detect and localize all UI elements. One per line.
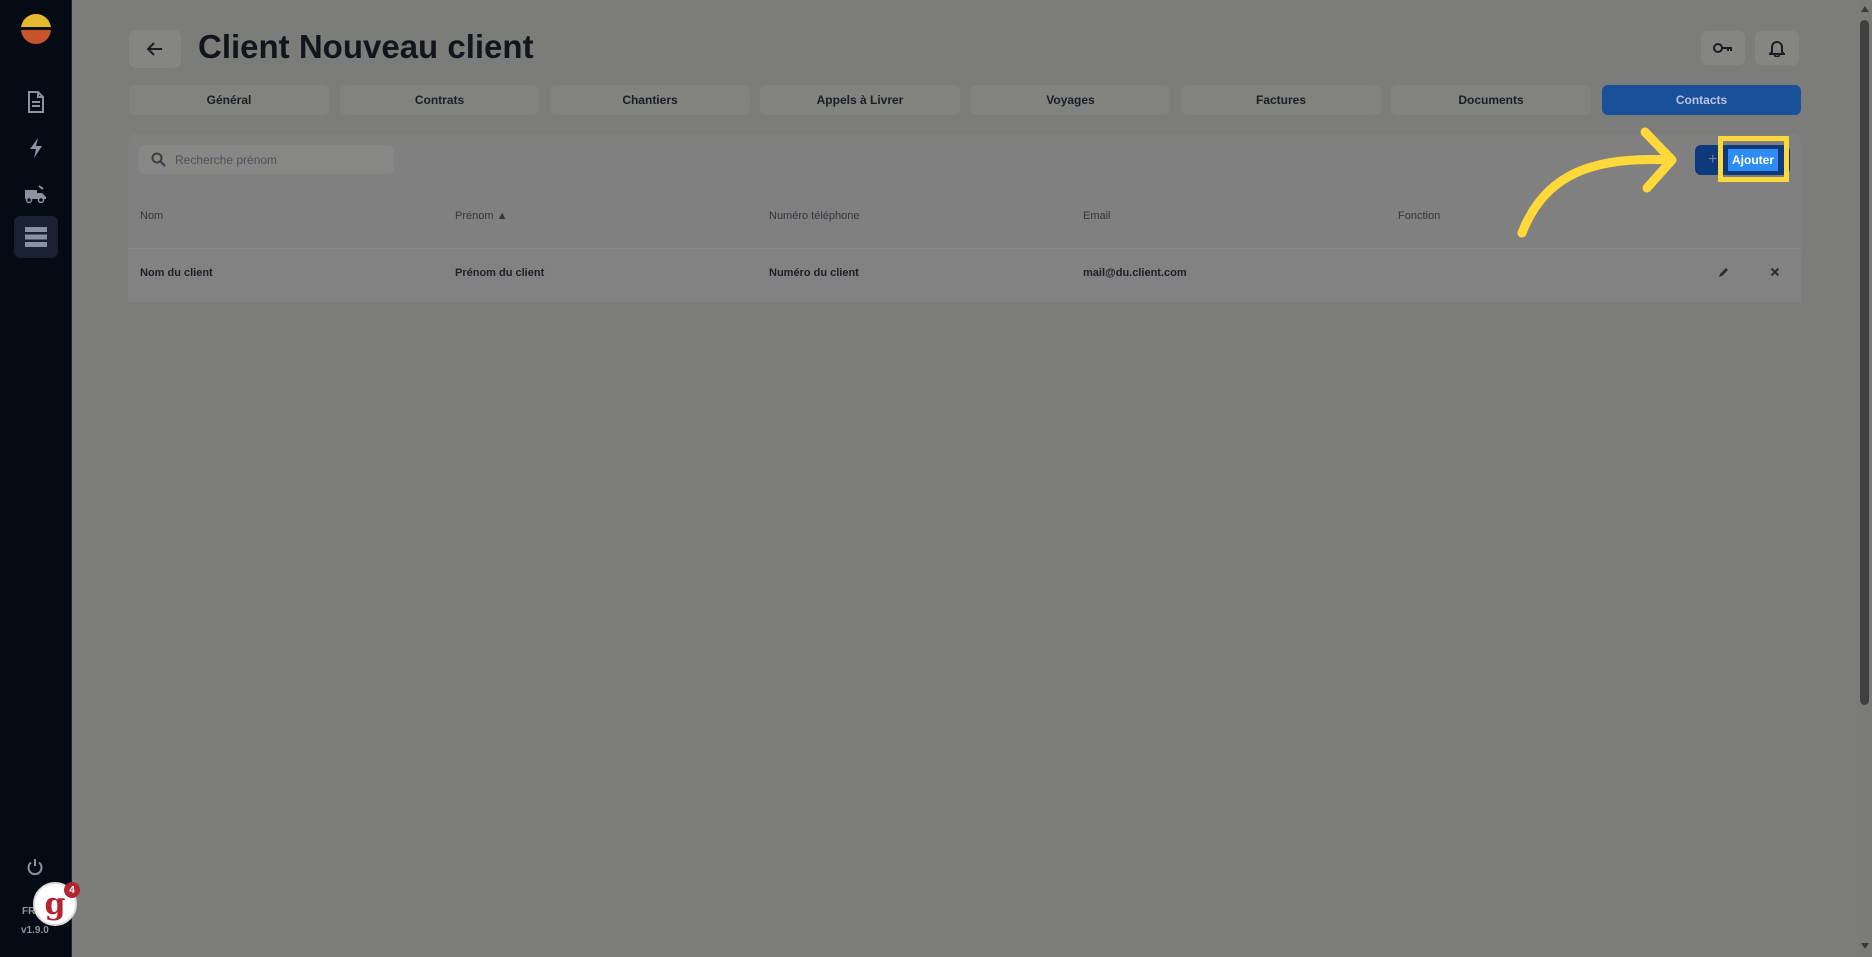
power-icon bbox=[27, 859, 43, 876]
cell-prenom: Prénom du client bbox=[455, 267, 545, 279]
table-row[interactable] bbox=[128, 248, 1801, 302]
search-input[interactable] bbox=[175, 150, 385, 170]
power-button[interactable] bbox=[26, 858, 44, 881]
tab-general[interactable]: Général bbox=[129, 85, 329, 115]
edit-button[interactable] bbox=[1718, 265, 1730, 283]
highlight-box bbox=[1718, 136, 1789, 182]
tab-appels-a-livrer[interactable]: Appels à Livrer bbox=[760, 85, 960, 115]
lightning-icon bbox=[30, 138, 42, 158]
column-header-nom[interactable]: Nom bbox=[140, 210, 163, 222]
sidebar: FR v1.9.0 bbox=[0, 0, 72, 957]
page-title: Client Nouveau client bbox=[198, 28, 534, 65]
column-header-fonction[interactable]: Fonction bbox=[1398, 210, 1440, 222]
sidebar-item-list[interactable] bbox=[14, 216, 58, 258]
column-header-email[interactable]: Email bbox=[1083, 210, 1111, 222]
column-header-telephone[interactable]: Numéro téléphone bbox=[769, 210, 860, 222]
arrow-left-icon bbox=[147, 42, 162, 56]
scrollbar-thumb[interactable] bbox=[1860, 20, 1869, 705]
sidebar-item-truck[interactable] bbox=[20, 178, 52, 210]
cell-email: mail@du.client.com bbox=[1083, 267, 1187, 279]
bell-icon bbox=[1769, 41, 1785, 57]
list-icon bbox=[25, 227, 47, 247]
help-widget-count: 4 bbox=[64, 882, 80, 898]
column-header-prenom[interactable]: Prénom ▲ bbox=[455, 210, 507, 222]
pencil-icon bbox=[1719, 268, 1728, 277]
search-icon bbox=[151, 152, 166, 172]
tab-contacts[interactable]: Contacts bbox=[1602, 85, 1801, 115]
cell-nom: Nom du client bbox=[140, 267, 213, 279]
document-icon bbox=[28, 91, 44, 113]
tab-documents[interactable]: Documents bbox=[1391, 85, 1591, 115]
delete-button[interactable] bbox=[1769, 265, 1781, 283]
app-logo bbox=[21, 14, 51, 44]
plus-icon: + bbox=[1708, 151, 1718, 168]
key-icon bbox=[1713, 43, 1732, 53]
close-icon bbox=[1770, 267, 1780, 277]
tab-factures[interactable]: Factures bbox=[1181, 85, 1381, 115]
help-widget-letter: g bbox=[44, 886, 66, 922]
annotation-arrow-icon bbox=[1517, 127, 1677, 238]
notifications-button[interactable] bbox=[1755, 31, 1799, 65]
version-label: v1.9.0 bbox=[21, 925, 49, 936]
sidebar-item-lightning[interactable] bbox=[20, 132, 52, 164]
tab-contrats[interactable]: Contrats bbox=[340, 85, 539, 115]
key-button[interactable] bbox=[1701, 31, 1745, 65]
tab-voyages[interactable]: Voyages bbox=[971, 85, 1170, 115]
scroll-down-icon[interactable] bbox=[1861, 943, 1869, 949]
scroll-up-icon[interactable] bbox=[1861, 6, 1869, 12]
cell-telephone: Numéro du client bbox=[769, 267, 859, 279]
sidebar-item-documents[interactable] bbox=[20, 86, 52, 118]
back-button[interactable] bbox=[129, 30, 181, 68]
tab-chantiers[interactable]: Chantiers bbox=[550, 85, 750, 115]
truck-icon bbox=[25, 185, 46, 204]
